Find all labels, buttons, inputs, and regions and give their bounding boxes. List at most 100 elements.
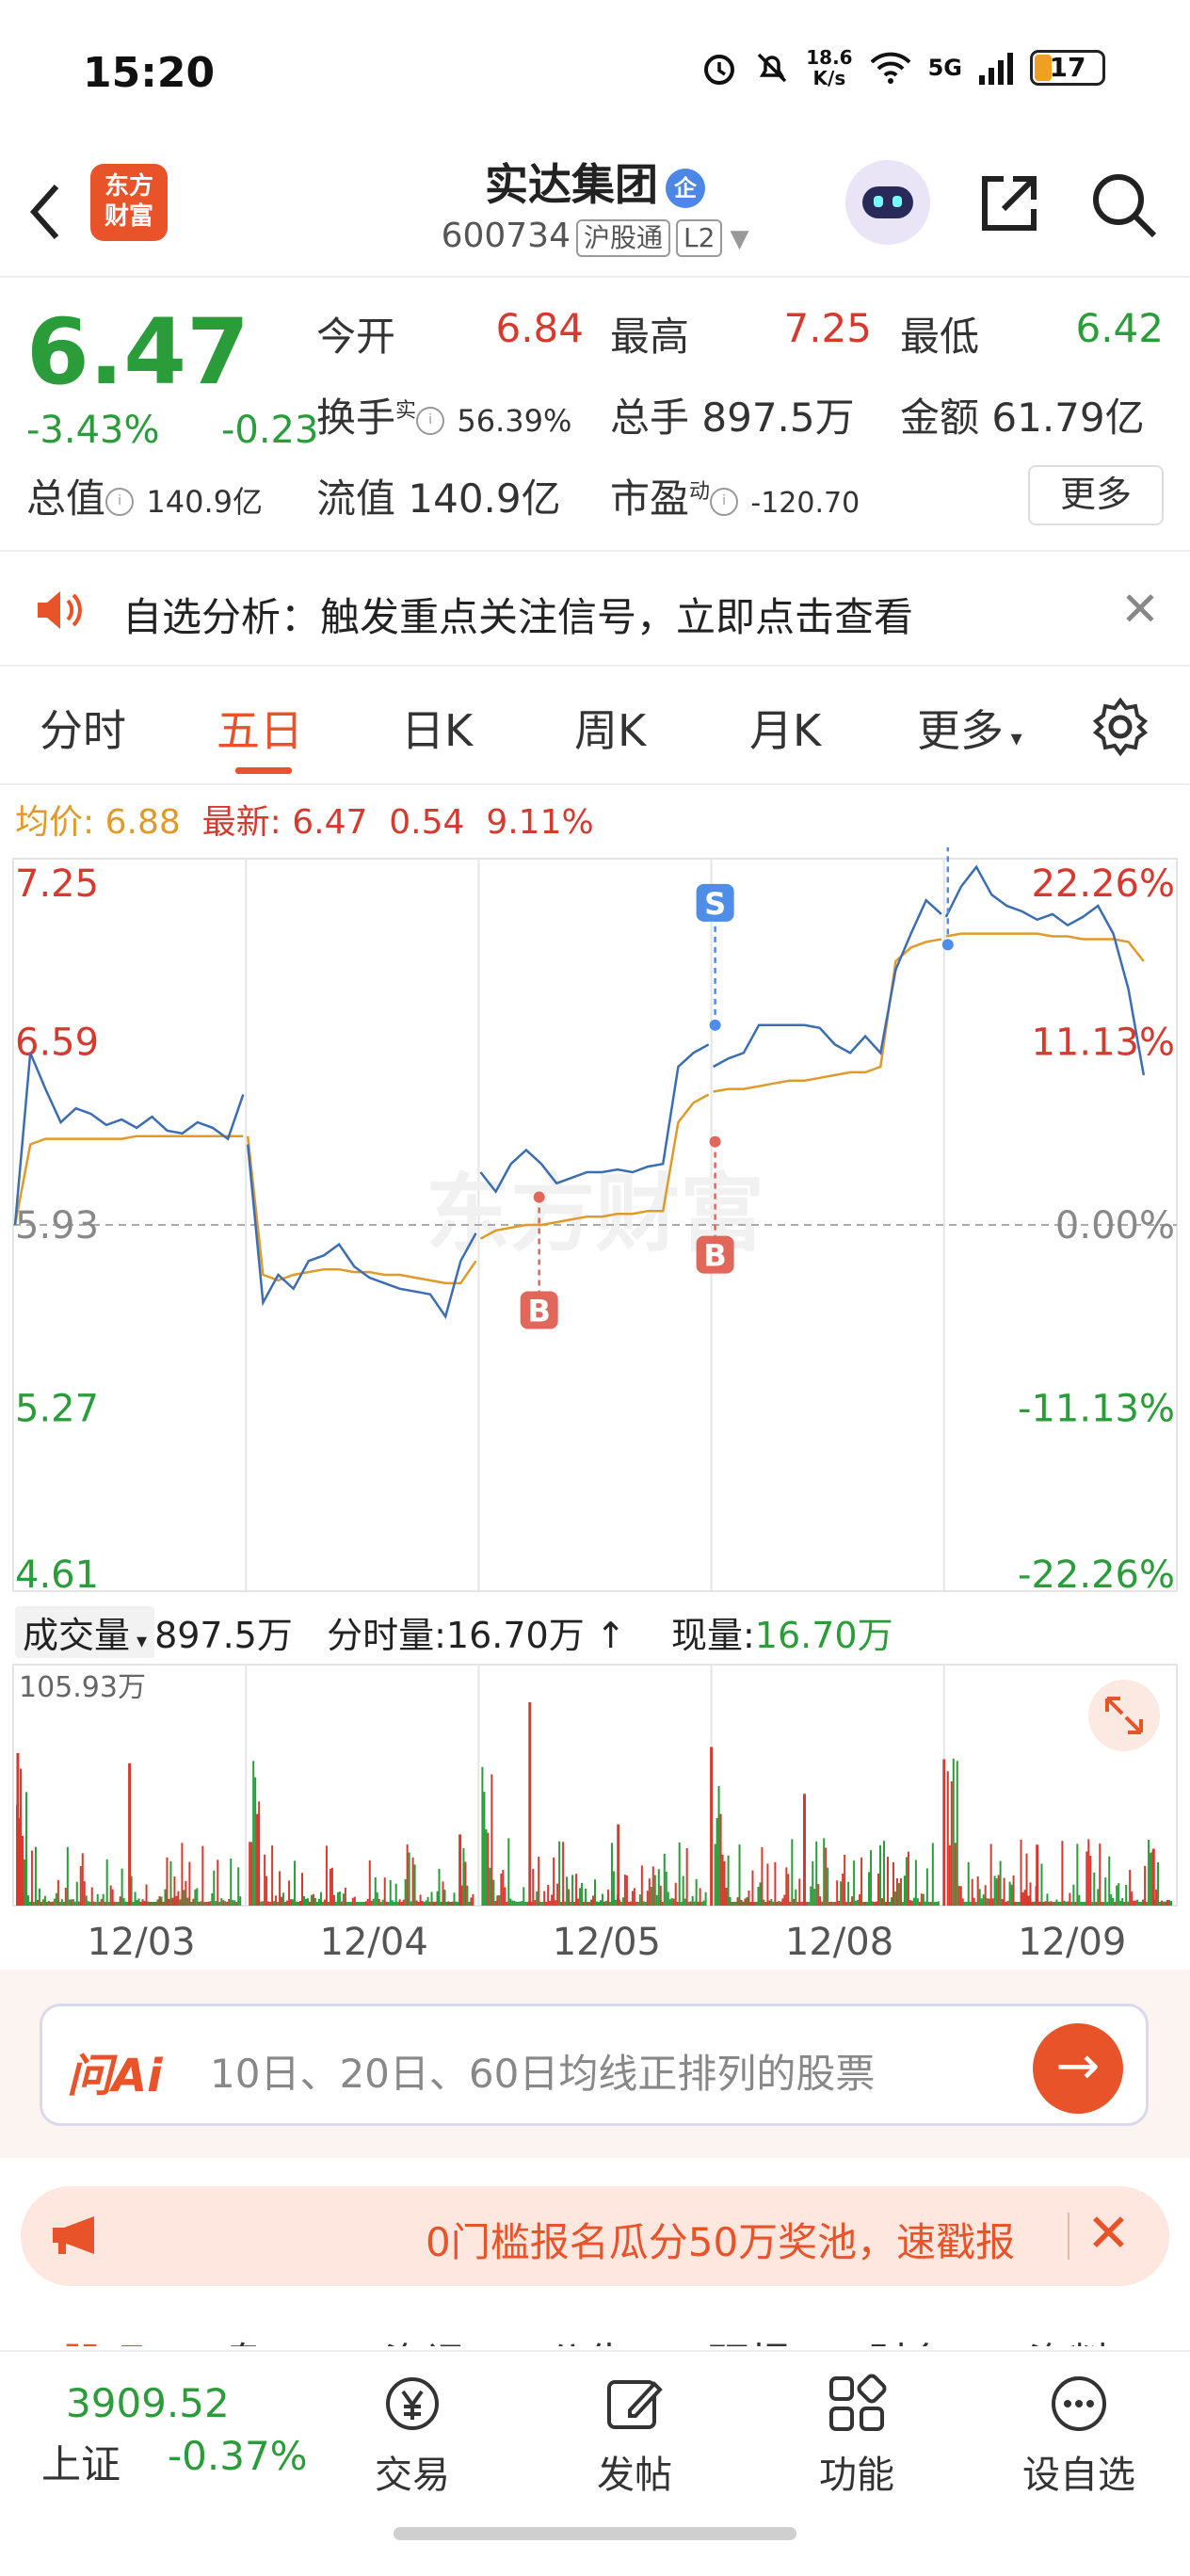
five-day-price-chart[interactable]: 东方财富7.256.595.935.274.6122.26%11.13%0.00… xyxy=(0,847,1190,1601)
index-change[interactable]: -0.37% xyxy=(168,2433,308,2479)
more-dots-icon xyxy=(1052,2376,1106,2431)
megaphone-icon xyxy=(53,2216,94,2254)
turnover-label: 换手实 i 56.39% xyxy=(316,394,572,441)
sub-tab-profile[interactable]: 资料 xyxy=(1028,2329,1111,2346)
pe-ratio: 市盈动 i -120.70 xyxy=(610,475,860,522)
close-icon[interactable]: ✕ xyxy=(1086,2203,1131,2264)
edit-icon xyxy=(607,2380,663,2429)
notice-text: 自选分析：触发重点关注信号，立即点击查看 xyxy=(122,594,914,640)
hk-connect-tag: 沪股通 xyxy=(576,219,671,257)
x-day-label: 12/03 xyxy=(87,1921,195,1964)
home-indicator[interactable] xyxy=(394,2527,796,2540)
signal-label: B xyxy=(527,1294,550,1329)
float-cap: 流值 140.9亿 xyxy=(316,475,561,522)
y-tick-right: -22.26% xyxy=(1018,1554,1175,1597)
grid-icon xyxy=(829,2374,887,2431)
amount-stat: 金额 61.79亿 xyxy=(900,394,1145,441)
sub-tab-guba[interactable]: 股吧 xyxy=(62,2329,145,2346)
y-tick-right: 0.00% xyxy=(1055,1204,1175,1248)
more-stats-button[interactable]: 更多 xyxy=(1028,465,1164,525)
close-icon[interactable]: ✕ xyxy=(1120,582,1160,636)
stock-code: 600734 xyxy=(441,217,571,255)
expand-button xyxy=(1088,1680,1160,1751)
nav-features[interactable]: 功能 xyxy=(791,2371,923,2499)
signal-point xyxy=(709,1019,721,1031)
sub-tab-finance[interactable]: 财务 xyxy=(868,2329,951,2346)
signal-icon xyxy=(979,53,1013,85)
sub-tab-pankou[interactable]: 盘口 xyxy=(222,2329,305,2346)
y-tick-right: 22.26% xyxy=(1031,862,1175,906)
sub-tab-research[interactable]: 研报 xyxy=(708,2329,791,2346)
tab-daily-k[interactable]: 日K xyxy=(401,697,473,759)
info-sub-tabs: 股吧 盘口 资讯 公告 研报 财务 资料 xyxy=(0,2309,1190,2346)
nav-post[interactable]: 发帖 xyxy=(569,2371,700,2499)
search-icon[interactable] xyxy=(1088,169,1160,241)
y-tick-right: -11.13% xyxy=(1018,1388,1175,1431)
promo-divider xyxy=(1068,2213,1069,2260)
status-bar: 15:20 18.6 K/s 5G 17 xyxy=(0,0,1190,141)
x-day-label: 12/05 xyxy=(553,1921,661,1964)
ai-assistant-avatar-icon[interactable] xyxy=(845,160,930,245)
status-time: 15:20 xyxy=(83,49,216,97)
low-label: 最低 xyxy=(900,314,980,360)
last-price: 6.47 xyxy=(26,299,249,405)
signal-label: B xyxy=(703,1238,726,1274)
volume-selector[interactable]: 成交量 ▾ xyxy=(15,1606,155,1658)
signal-label: S xyxy=(704,886,726,922)
gear-icon[interactable] xyxy=(1090,697,1150,757)
signal-point xyxy=(533,1191,545,1203)
volume-stat: 总手 897.5万 xyxy=(610,394,855,441)
promo-banner[interactable]: 0门槛报名瓜分50万奖池，速戳报 ✕ xyxy=(21,2186,1169,2286)
low-value: 6.42 xyxy=(1075,305,1164,351)
price-change: -3.43% -0.23 xyxy=(26,409,319,452)
ask-ai-logo: 问Ai xyxy=(67,2050,163,2102)
volume-max-label: 105.93万 xyxy=(19,1671,146,1704)
signal-point xyxy=(709,1135,721,1148)
battery-icon: 17 xyxy=(1030,50,1105,86)
nav-add-watchlist[interactable]: 设自选 xyxy=(1013,2371,1145,2499)
y-tick-right: 11.13% xyxy=(1031,1022,1175,1065)
mute-bell-icon xyxy=(757,53,787,83)
market-cap: 总值 i 140.9亿 xyxy=(26,475,263,522)
y-tick-left: 5.27 xyxy=(15,1388,99,1431)
share-icon[interactable] xyxy=(975,169,1043,237)
yuan-icon xyxy=(386,2377,439,2430)
nav-trade[interactable]: 交易 xyxy=(346,2371,478,2499)
stock-header: 东方 财富 实达集团企 600734 沪股通 L2 ▼ xyxy=(0,141,1190,278)
enterprise-badge: 企 xyxy=(666,168,705,208)
tab-weekly-k[interactable]: 周K xyxy=(574,697,646,759)
chart-tabs: 分时 五日 日K 周K 月K 更多 ▾ xyxy=(0,668,1190,785)
volume-header: 成交量 ▾ 897.5万 分时量:16.70万 ↑ 现量:16.70万 xyxy=(15,1606,893,1658)
tab-intraday[interactable]: 分时 xyxy=(40,697,126,759)
network-type: 5G xyxy=(927,55,962,81)
bottom-nav: 3909.52 上证 -0.37% 交易 发帖 功能 设自选 xyxy=(0,2350,1190,2576)
ask-ai-input[interactable]: 问Ai 10日、20日、60日均线正排列的股票 → xyxy=(40,2004,1149,2126)
y-tick-left: 6.59 xyxy=(15,1022,99,1065)
x-day-label: 12/09 xyxy=(1018,1921,1126,1964)
y-tick-left: 4.61 xyxy=(15,1554,99,1597)
sub-tab-announcement[interactable]: 公告 xyxy=(546,2329,629,2346)
net-speed: 18.6 K/s xyxy=(806,46,853,89)
alarm-icon xyxy=(704,55,735,85)
ask-ai-placeholder: 10日、20日、60日均线正排列的股票 xyxy=(210,2051,876,2097)
x-day-label: 12/04 xyxy=(320,1921,428,1964)
avg-price-line: 均价: 6.88 最新: 6.47 0.54 9.11% xyxy=(15,803,594,842)
open-value: 6.84 xyxy=(495,305,584,351)
index-value[interactable]: 3909.52 xyxy=(66,2380,230,2426)
l2-tag: L2 xyxy=(676,219,723,257)
analysis-notice[interactable]: 自选分析：触发重点关注信号，立即点击查看 ✕ xyxy=(0,554,1190,667)
index-name[interactable]: 上证 xyxy=(41,2433,121,2490)
tab-more[interactable]: 更多 ▾ xyxy=(917,697,1022,759)
sub-tab-news[interactable]: 资讯 xyxy=(384,2329,467,2346)
signal-point xyxy=(941,939,954,951)
tab-five-day[interactable]: 五日 xyxy=(217,697,303,759)
volume-total: 897.5万 xyxy=(154,1615,293,1656)
volume-chart[interactable]: 105.93万 12/03 12/04 12/05 12/08 12/09 xyxy=(0,1657,1190,1968)
open-label: 今开 xyxy=(316,314,396,360)
arrow-right-icon[interactable]: → xyxy=(1033,2023,1123,2114)
high-value: 7.25 xyxy=(783,305,872,351)
y-tick-left: 7.25 xyxy=(15,862,99,906)
active-tab-indicator xyxy=(235,767,292,774)
x-day-label: 12/08 xyxy=(785,1921,893,1964)
tab-monthly-k[interactable]: 月K xyxy=(749,697,821,759)
